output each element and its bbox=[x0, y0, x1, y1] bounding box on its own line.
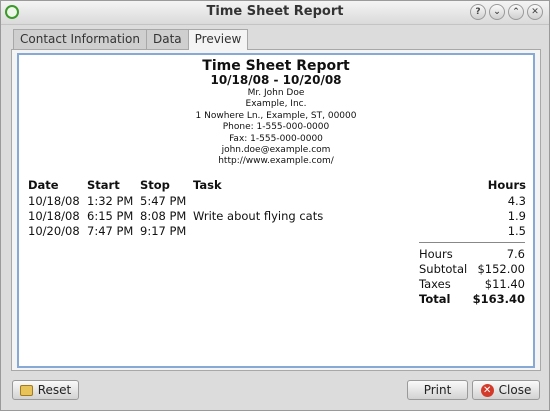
print-button[interactable]: Print bbox=[407, 380, 468, 400]
entry-stop: 8:08 PM bbox=[140, 208, 187, 223]
reset-button-label: Reset bbox=[37, 383, 72, 397]
entry-hours: 4.3 bbox=[507, 193, 526, 208]
summary-taxes-label: Taxes bbox=[419, 277, 451, 291]
print-button-label: Print bbox=[423, 383, 452, 397]
contact-fax: Fax: 1-555-000-0000 bbox=[229, 133, 323, 144]
window-title: Time Sheet Report bbox=[206, 4, 344, 19]
contact-company: Example, Inc. bbox=[245, 99, 307, 110]
contact-name: Mr. John Doe bbox=[247, 88, 305, 98]
tab-contact-information[interactable]: Contact Information bbox=[13, 29, 147, 49]
summary-total-value: $163.40 bbox=[472, 292, 525, 306]
entry-start: 7:47 PM bbox=[87, 223, 134, 238]
contact-email: john.doe@example.com bbox=[221, 145, 331, 156]
contact-block: Mr. John Doe Example, Inc. 1 Nowhere Ln.… bbox=[19, 88, 533, 168]
summary-subtotal-value: $152.00 bbox=[477, 262, 525, 276]
shade-icon[interactable]: ⌄ bbox=[489, 4, 505, 20]
entry-date: 10/18/08 bbox=[28, 193, 80, 208]
entry-date: 10/20/08 bbox=[28, 223, 80, 238]
report-date-range: 10/18/08 - 10/20/08 bbox=[210, 73, 342, 87]
contact-address: 1 Nowhere Ln., Example, ST, 00000 bbox=[195, 110, 357, 121]
table-row: 10/18/08 6:15 PM 8:08 PM Write about fly… bbox=[26, 208, 528, 223]
entry-stop: 5:47 PM bbox=[140, 193, 187, 208]
table-row: 10/18/08 1:32 PM 5:47 PM 4.3 bbox=[26, 193, 528, 208]
table-row: 10/20/08 7:47 PM 9:17 PM 1.5 bbox=[26, 223, 528, 238]
report-preview[interactable]: Time Sheet Report 10/18/08 - 10/20/08 Mr… bbox=[17, 53, 535, 368]
entry-date: 10/18/08 bbox=[28, 208, 80, 223]
entry-task bbox=[191, 223, 468, 238]
close-circle-icon: ✕ bbox=[480, 383, 494, 397]
column-header-stop: Stop bbox=[140, 178, 170, 192]
entry-hours: 1.9 bbox=[507, 208, 526, 223]
title-bar[interactable]: Time Sheet Report ? ⌄ ⌃ ✕ bbox=[1, 1, 549, 25]
entry-task: Write about flying cats bbox=[193, 208, 324, 223]
summary-subtotal-label: Subtotal bbox=[419, 262, 468, 276]
column-header-start: Start bbox=[87, 178, 120, 192]
summary-total-row: Total $163.40 bbox=[419, 292, 525, 307]
summary-taxes-value: $11.40 bbox=[484, 277, 525, 291]
table-header-row: Date Start Stop Task Hours bbox=[26, 177, 528, 193]
tab-preview[interactable]: Preview bbox=[187, 29, 249, 50]
preview-panel: Time Sheet Report 10/18/08 - 10/20/08 Mr… bbox=[11, 49, 541, 371]
report-title: Time Sheet Report bbox=[202, 58, 350, 74]
help-icon[interactable]: ? bbox=[470, 4, 486, 20]
column-header-hours: Hours bbox=[487, 178, 526, 192]
column-header-task: Task bbox=[193, 178, 222, 192]
summary-hours-label: Hours bbox=[419, 247, 453, 261]
tab-data[interactable]: Data bbox=[145, 29, 189, 49]
entry-hours: 1.5 bbox=[507, 223, 526, 238]
time-entries-table: Date Start Stop Task Hours 10/18/08 1:32… bbox=[26, 177, 528, 238]
contact-website: http://www.example.com/ bbox=[218, 156, 334, 167]
entry-task bbox=[191, 193, 468, 208]
contact-phone: Phone: 1-555-000-0000 bbox=[222, 122, 330, 133]
summary-total-label: Total bbox=[419, 292, 451, 306]
entry-start: 1:32 PM bbox=[87, 193, 134, 208]
entry-stop: 9:17 PM bbox=[140, 223, 187, 238]
close-window-icon[interactable]: ✕ bbox=[527, 4, 543, 20]
summary-hours-value: 7.6 bbox=[506, 247, 525, 261]
broom-icon bbox=[19, 384, 33, 396]
summary-taxes-row: Taxes $11.40 bbox=[419, 277, 525, 292]
close-button[interactable]: ✕ Close bbox=[472, 380, 540, 400]
tab-bar: Contact Information Data Preview bbox=[13, 29, 249, 50]
maximize-icon[interactable]: ⌃ bbox=[508, 4, 524, 20]
close-button-label: Close bbox=[498, 383, 532, 397]
entry-start: 6:15 PM bbox=[87, 208, 134, 223]
window-controls: ? ⌄ ⌃ ✕ bbox=[470, 4, 543, 20]
summary-hours-row: Hours 7.6 bbox=[419, 247, 525, 262]
column-header-date: Date bbox=[28, 178, 59, 192]
time-sheet-window: Time Sheet Report ? ⌄ ⌃ ✕ Contact Inform… bbox=[0, 0, 550, 411]
reset-button[interactable]: Reset bbox=[12, 380, 79, 400]
totals-summary: Hours 7.6 Subtotal $152.00 Taxes $11.40 … bbox=[419, 242, 525, 307]
summary-subtotal-row: Subtotal $152.00 bbox=[419, 262, 525, 277]
